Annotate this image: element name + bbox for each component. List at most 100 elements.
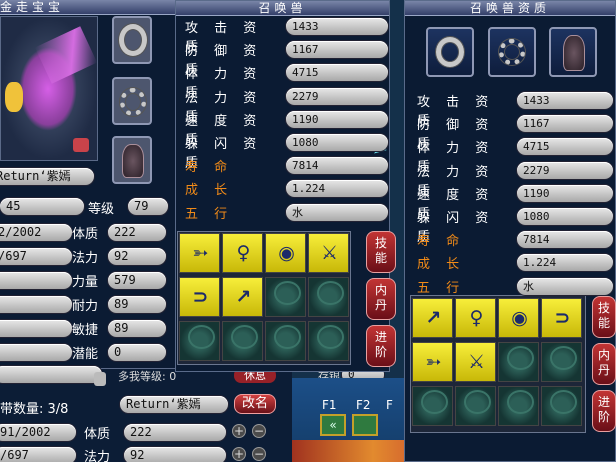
level-value: 79 [128, 198, 168, 215]
shirt-icon [73, 138, 89, 152]
right-equip-slot-1[interactable] [426, 27, 474, 77]
bow-skill-icon: ➳ [192, 242, 209, 264]
minus-button[interactable]: − [252, 424, 266, 438]
shield-skill-icon: ⊃ [554, 307, 571, 329]
mid-attr-value-2: 4715 [286, 64, 388, 82]
mid-skill-slot-7[interactable] [308, 277, 349, 317]
equip-slot-2[interactable] [112, 77, 152, 125]
stat-label-strength: 力量 [72, 275, 99, 290]
pet-info-title: 金走宝宝 [0, 0, 190, 15]
f3-key[interactable]: F [386, 398, 393, 412]
sword-skill-icon: ⚔ [467, 351, 486, 373]
mid-attr-value-6: 7814 [286, 157, 388, 175]
mid-skill-slot-10[interactable] [265, 321, 306, 361]
right-skill-slot-6[interactable] [498, 342, 539, 382]
right-attr-value-8: 水 [517, 277, 613, 295]
right-attr-value-4: 1190 [517, 184, 613, 202]
armor-icon [563, 35, 585, 71]
mid-skill-slot-6[interactable] [265, 277, 306, 317]
right-skill-slot-10[interactable] [498, 386, 539, 426]
minus-button-2[interactable]: − [252, 447, 266, 461]
mid-attr-value-4: 1190 [286, 110, 388, 128]
mid-tab-1[interactable]: 内丹 [366, 278, 396, 320]
right-panel-title: 召唤兽资质 [405, 1, 615, 16]
right-skill-slot-2[interactable]: ◉ [498, 298, 539, 338]
ring-icon [436, 37, 464, 67]
f2-key[interactable]: F2 [356, 398, 371, 412]
mid-attr-value-7: 1.224 [286, 180, 388, 198]
prev-arrow-icon[interactable]: « [320, 414, 346, 436]
eye-skill-icon: ◉ [278, 242, 295, 264]
game-screen: { "left_panel": { "pet_name_title": "金走宝… [0, 0, 616, 462]
pet-name-title: 金走宝宝 [0, 0, 65, 14]
lower-stat2-label: 法力 [84, 450, 111, 462]
mid-attr-value-1: 1167 [286, 41, 388, 59]
right-skill-slot-1[interactable]: ♀ [455, 298, 496, 338]
spear-skill-icon: ↗ [235, 286, 252, 308]
right-skill-slot-5[interactable]: ⚔ [455, 342, 496, 382]
right-skill-slot-0[interactable]: ↗ [412, 298, 453, 338]
rename-button[interactable]: 改名 [234, 394, 276, 414]
eye-skill-icon: ◉ [511, 307, 528, 329]
mid-skill-slot-2[interactable]: ◉ [265, 233, 306, 273]
blank-value-1 [0, 272, 72, 289]
right-skill-slot-3[interactable]: ⊃ [541, 298, 582, 338]
right-attr-value-3: 2279 [517, 161, 613, 179]
plus-button-2[interactable]: + [232, 447, 246, 461]
map-icon[interactable] [352, 414, 378, 436]
mid-skill-slot-5[interactable]: ↗ [222, 277, 263, 317]
stat-label-endurance: 耐力 [72, 299, 99, 314]
mid-tab-2[interactable]: 进阶 [366, 325, 396, 367]
stat-value-endurance: 89 [108, 296, 166, 313]
blank-value-4 [0, 344, 72, 361]
right-skill-slot-11[interactable] [541, 386, 582, 426]
lower-stat1-label: 体质 [84, 427, 111, 442]
right-attr-value-1: 1167 [517, 115, 613, 133]
stat-label-potential: 潜能 [72, 347, 99, 362]
hidden-bar [0, 366, 102, 383]
rename-field[interactable]: Return‘紫嫣 [120, 396, 228, 413]
mid-skill-slot-9[interactable] [222, 321, 263, 361]
mid-skill-slot-4[interactable]: ⊃ [179, 277, 220, 317]
right-skill-slot-8[interactable] [412, 386, 453, 426]
mid-skill-slot-1[interactable]: ♀ [222, 233, 263, 273]
mid-skill-slot-3[interactable]: ⚔ [308, 233, 349, 273]
sword-skill-icon: ⚔ [320, 242, 339, 264]
stat-value-potential: 0 [108, 344, 166, 361]
mid-attr-label-7: 成 长 [185, 183, 234, 199]
person-skill-icon: ♀ [469, 307, 484, 329]
right-skill-slot-4[interactable]: ➳ [412, 342, 453, 382]
mid-tab-0[interactable]: 技能 [366, 231, 396, 273]
necklace-icon [499, 39, 525, 65]
stat-label-magic: 法力 [72, 251, 99, 266]
shield-skill-icon: ⊃ [192, 286, 209, 308]
equip-slot-3[interactable] [112, 136, 152, 184]
plus-button[interactable]: + [232, 424, 246, 438]
pet-name-field[interactable]: Return‘紫嫣 [0, 168, 94, 185]
mid-attr-label-6: 寿 命 [185, 160, 234, 176]
blank-value-2 [0, 296, 72, 313]
scroll-knob[interactable] [94, 372, 106, 386]
right-attr-value-5: 1080 [517, 208, 613, 225]
lower-stat2-value: 92 [124, 447, 226, 462]
right-equip-slot-2[interactable] [488, 27, 536, 77]
equip-slot-1[interactable] [112, 16, 152, 64]
right-equip-slot-3[interactable] [549, 27, 597, 77]
right-tab-1[interactable]: 内丹 [592, 343, 616, 385]
bow-skill-icon: ➳ [425, 351, 442, 373]
right-skill-slot-7[interactable] [541, 342, 582, 382]
lower-mp-value: /697 [0, 447, 76, 462]
mid-skill-slot-11[interactable] [308, 321, 349, 361]
mid-attr-value-8: 水 [286, 203, 388, 221]
mid-attr-value-5: 1080 [286, 134, 388, 151]
mp-value: /697 [0, 248, 72, 265]
mid-skill-slot-8[interactable] [179, 321, 220, 361]
mid-skill-slot-0[interactable]: ➳ [179, 233, 220, 273]
person-skill-icon: ♀ [236, 242, 251, 264]
right-tab-2[interactable]: 进阶 [592, 390, 616, 432]
right-skill-slot-9[interactable] [455, 386, 496, 426]
right-tab-0[interactable]: 技能 [592, 296, 616, 338]
right-attr-value-2: 4715 [517, 138, 613, 156]
f1-key[interactable]: F1 [322, 398, 337, 412]
mid-attr-label-8: 五 行 [185, 206, 234, 222]
